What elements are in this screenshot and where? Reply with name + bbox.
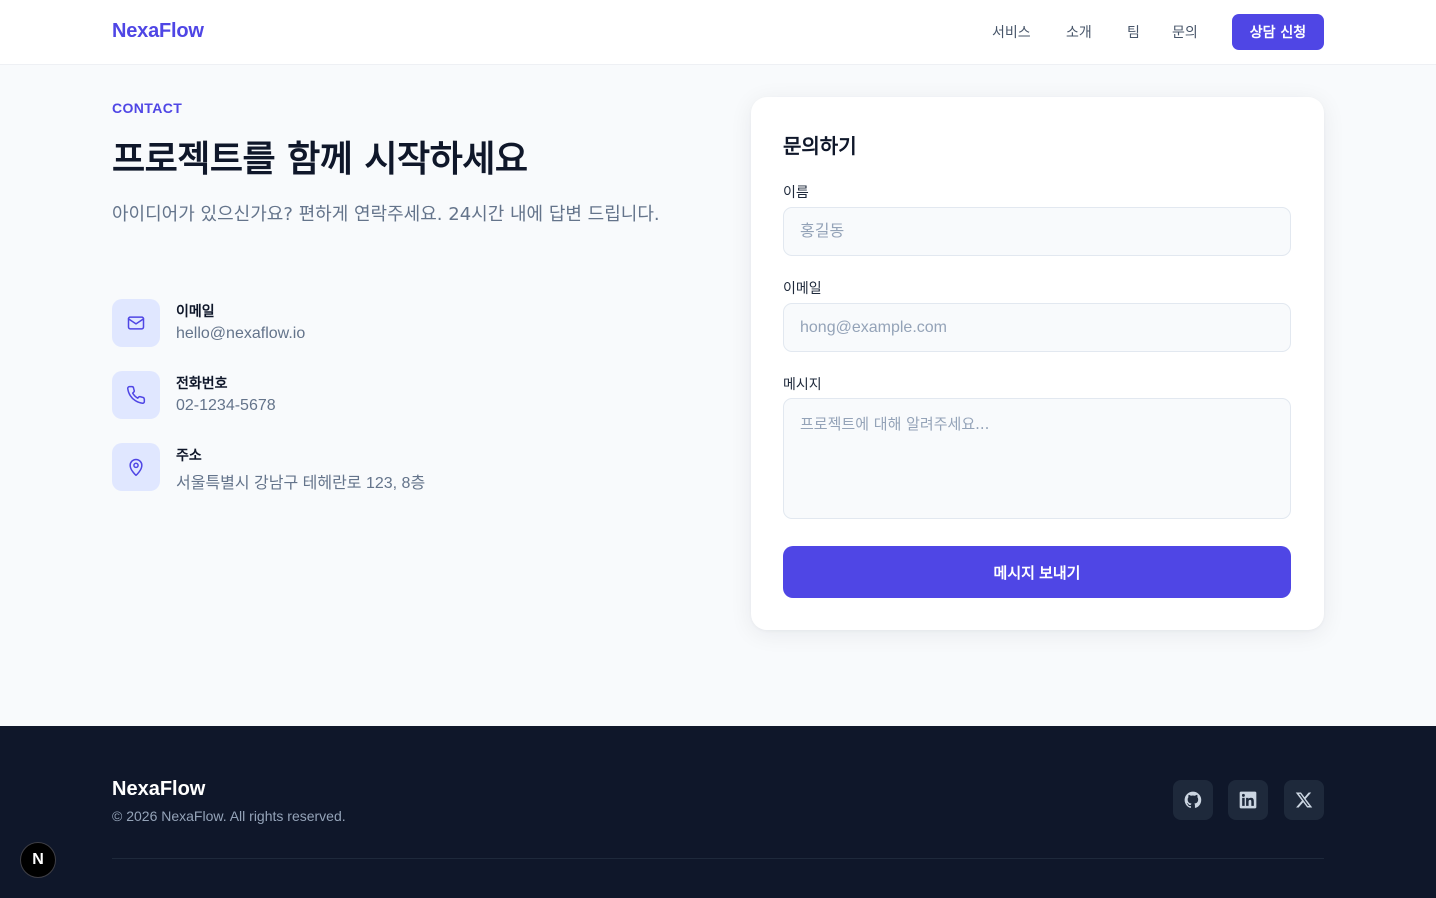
- nav-link-about[interactable]: 소개: [1066, 22, 1092, 42]
- phone-icon: [112, 371, 160, 419]
- contact-form-card: 문의하기 이름 이메일 메시지 메시지 보내기: [751, 97, 1324, 630]
- name-input[interactable]: [783, 207, 1291, 256]
- x-icon[interactable]: [1284, 780, 1324, 820]
- section-eyebrow: CONTACT: [112, 100, 183, 116]
- form-title: 문의하기: [783, 134, 857, 158]
- linkedin-icon[interactable]: [1228, 780, 1268, 820]
- dev-tools-badge[interactable]: N: [20, 842, 56, 878]
- page-subtitle: 아이디어가 있으신가요? 편하게 연락주세요. 24시간 내에 답변 드립니다.: [112, 204, 660, 225]
- site-header: NexaFlow 서비스 소개 팀 문의 상담 신청: [0, 0, 1436, 65]
- contact-info-value: 서울특별시 강남구 테헤란로 123, 8층: [176, 475, 426, 492]
- site-footer: NexaFlow © 2026 NexaFlow. All rights res…: [0, 726, 1436, 898]
- footer-logo: NexaFlow: [112, 778, 206, 800]
- footer-divider: [112, 858, 1324, 859]
- send-message-button[interactable]: 메시지 보내기: [783, 546, 1291, 598]
- map-pin-icon: [112, 443, 160, 491]
- consultation-button[interactable]: 상담 신청: [1232, 14, 1324, 50]
- nav-link-services[interactable]: 서비스: [992, 22, 1031, 42]
- page-title: 프로젝트를 함께 시작하세요: [112, 139, 528, 180]
- contact-info-value[interactable]: hello@nexaflow.io: [176, 325, 305, 343]
- contact-info-label: 주소: [176, 448, 202, 464]
- contact-info-phone: 전화번호 02-1234-5678: [112, 371, 612, 419]
- name-label: 이름: [783, 185, 809, 201]
- message-textarea[interactable]: [783, 398, 1291, 519]
- contact-info-value[interactable]: 02-1234-5678: [176, 397, 276, 415]
- message-label: 메시지: [783, 377, 822, 393]
- email-label: 이메일: [783, 281, 822, 297]
- contact-info-label: 이메일: [176, 304, 215, 320]
- nav-link-contact[interactable]: 문의: [1172, 22, 1198, 42]
- contact-info-address: 주소 서울특별시 강남구 테헤란로 123, 8층: [112, 443, 612, 492]
- contact-info-email: 이메일 hello@nexaflow.io: [112, 299, 612, 347]
- email-input[interactable]: [783, 303, 1291, 352]
- mail-icon: [112, 299, 160, 347]
- nav-link-team[interactable]: 팀: [1127, 22, 1140, 42]
- footer-copyright: © 2026 NexaFlow. All rights reserved.: [112, 808, 346, 824]
- logo[interactable]: NexaFlow: [112, 20, 204, 43]
- contact-info-label: 전화번호: [176, 376, 228, 392]
- github-icon[interactable]: [1173, 780, 1213, 820]
